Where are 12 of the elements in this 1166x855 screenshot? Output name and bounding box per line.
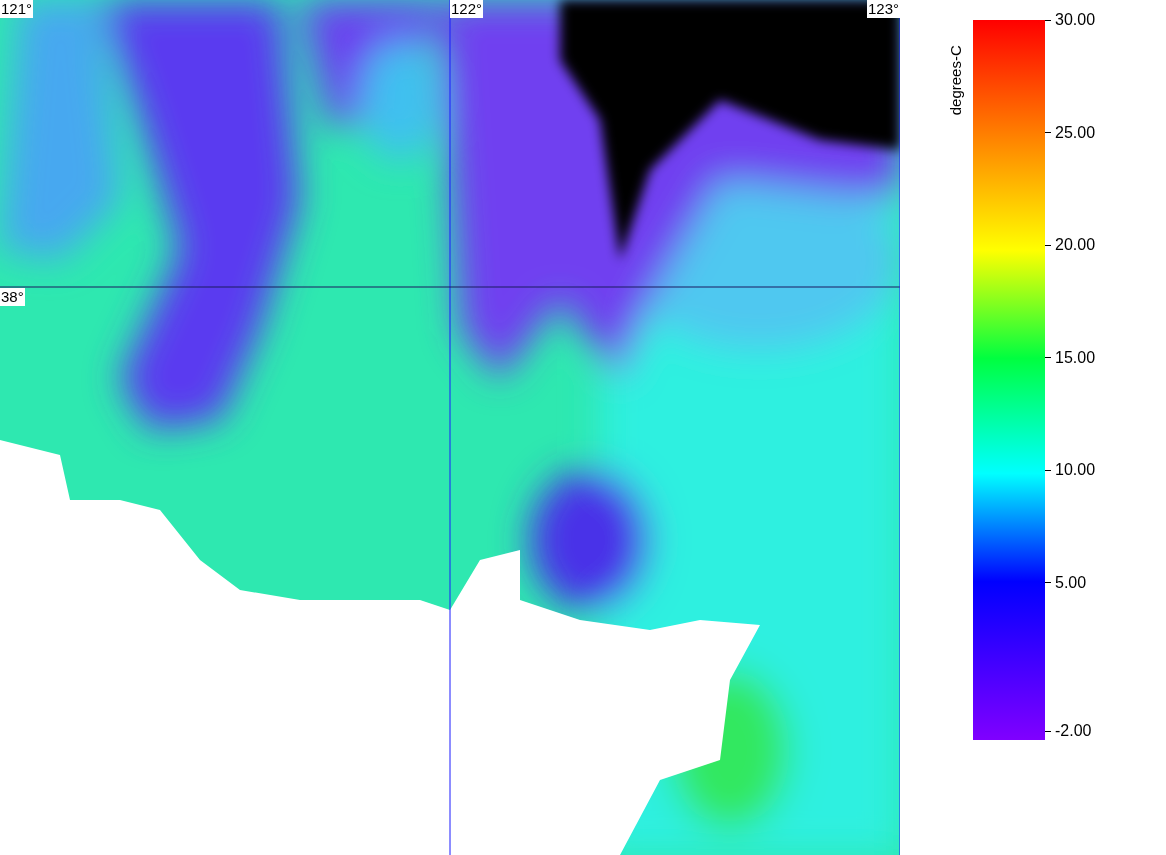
tick-label: 5.00 bbox=[1055, 573, 1087, 592]
tick-label: -2.00 bbox=[1055, 722, 1092, 740]
tick-label: 15.00 bbox=[1055, 348, 1096, 367]
tick-label: 25.00 bbox=[1055, 123, 1096, 142]
longitude-label: 123° bbox=[866, 0, 900, 18]
longitude-label: 122° bbox=[450, 0, 484, 18]
latitude-label: 38° bbox=[0, 288, 25, 306]
longitude-label: 121° bbox=[0, 0, 34, 18]
tick-label: 20.00 bbox=[1055, 236, 1096, 255]
tick-label: 10.00 bbox=[1055, 461, 1096, 480]
tick-label: 30.00 bbox=[1055, 11, 1096, 29]
unit-label: degrees-C bbox=[945, 45, 965, 115]
